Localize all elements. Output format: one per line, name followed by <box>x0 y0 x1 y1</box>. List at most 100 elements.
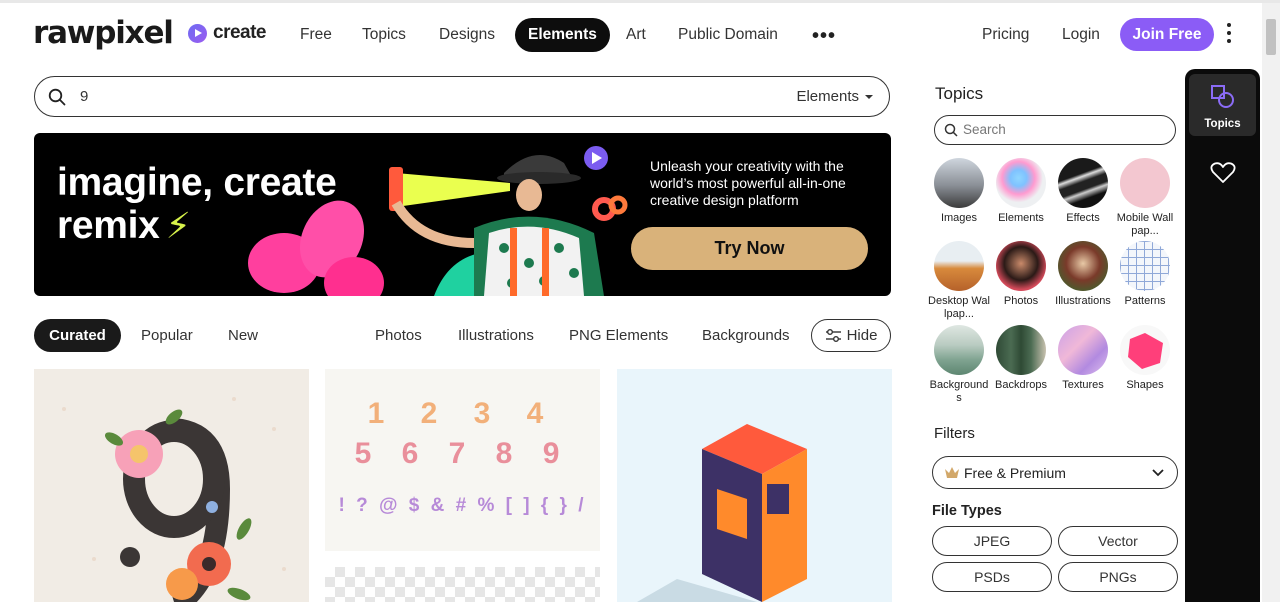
result-card-isometric-nine[interactable] <box>617 369 892 602</box>
file-types-title: File Types <box>932 503 1002 519</box>
topic-illustrations-thumb <box>1058 241 1108 291</box>
search-bar[interactable]: 9 Elements <box>34 76 890 117</box>
topic-textures-thumb <box>1058 325 1108 375</box>
search-type-dropdown[interactable]: Elements <box>796 88 873 105</box>
license-filter-select[interactable]: Free & Premium <box>932 456 1178 489</box>
floral-nine-image <box>62 397 286 602</box>
banner-headline: imagine, create remix ⚡ <box>57 161 337 247</box>
filters-title: Filters <box>934 425 975 442</box>
topic-backdrops-thumb <box>996 325 1046 375</box>
nav-login[interactable]: Login <box>1062 18 1100 52</box>
result-card-transparent[interactable] <box>325 567 600 602</box>
lightning-bolt-icon: ⚡ <box>165 205 191 246</box>
search-icon <box>48 88 66 106</box>
topic-images[interactable]: Images <box>928 158 990 225</box>
sliders-icon <box>825 329 841 342</box>
site-header: rawpixel create Free Topics Designs Elem… <box>0 3 1262 63</box>
file-type-pngs[interactable]: PNGs <box>1058 562 1178 592</box>
nav-topics[interactable]: Topics <box>362 18 406 52</box>
topic-desktop-wallpapers-thumb <box>934 241 984 291</box>
topic-elements[interactable]: Elements <box>990 158 1052 225</box>
more-menu-button[interactable]: ••• <box>812 25 836 48</box>
topic-label: Elements <box>998 212 1044 224</box>
caret-down-icon <box>865 94 873 99</box>
topic-label: Backgrounds <box>929 379 989 404</box>
heart-icon[interactable] <box>1210 161 1236 185</box>
result-card-number-set[interactable]: 1 2 3 4 5 6 7 8 9 ! ? @ $ & # % [ ] { } … <box>325 369 600 551</box>
topic-patterns[interactable]: Patterns <box>1114 241 1176 308</box>
topic-elements-thumb <box>996 158 1046 208</box>
file-type-vector[interactable]: Vector <box>1058 526 1178 556</box>
numbers-row-2: 5 6 7 8 9 <box>354 437 571 470</box>
numbers-row-1: 1 2 3 4 <box>367 397 558 430</box>
topic-effects[interactable]: Effects <box>1052 158 1114 225</box>
topic-images-thumb <box>934 158 984 208</box>
nav-designs[interactable]: Designs <box>439 18 495 52</box>
topic-label: Photos <box>1003 295 1039 307</box>
tab-curated[interactable]: Curated <box>34 319 121 352</box>
topic-photos-thumb <box>996 241 1046 291</box>
search-type-label: Elements <box>796 88 859 105</box>
topic-label: Textures <box>1062 379 1104 391</box>
topic-label: Backdrops <box>995 379 1047 391</box>
topic-label: Patterns <box>1124 295 1166 307</box>
banner-headline-line1: imagine, create <box>57 161 337 204</box>
symbols-row: ! ? @ $ & # % [ ] { } / <box>338 495 587 516</box>
topic-label: Images <box>940 212 978 224</box>
hide-label: Hide <box>846 327 878 344</box>
topic-label: Effects <box>1066 212 1100 224</box>
chevron-down-icon <box>1152 469 1164 477</box>
search-input-value[interactable]: 9 <box>80 88 88 105</box>
nav-pricing[interactable]: Pricing <box>982 18 1029 52</box>
join-free-button[interactable]: Join Free <box>1120 18 1214 51</box>
topic-mobile-wallpapers[interactable]: Mobile Wallpap... <box>1114 158 1176 238</box>
crown-icon <box>945 467 959 478</box>
topic-label: Mobile Wallpap... <box>1116 212 1174 237</box>
rail-topics-label: Topics <box>1204 118 1241 130</box>
topic-textures[interactable]: Textures <box>1052 325 1114 392</box>
topic-patterns-thumb <box>1120 241 1170 291</box>
scrollbar-thumb[interactable] <box>1266 19 1276 55</box>
result-card-floral-nine[interactable] <box>34 369 309 602</box>
topic-shapes[interactable]: Shapes <box>1114 325 1176 392</box>
play-icon <box>188 23 207 43</box>
nav-art[interactable]: Art <box>626 18 646 52</box>
topic-desktop-wallpapers[interactable]: Desktop Wallpap... <box>928 241 990 321</box>
category-backgrounds[interactable]: Backgrounds <box>702 327 790 344</box>
category-illustrations[interactable]: Illustrations <box>458 327 534 344</box>
topic-shapes-thumb <box>1120 325 1170 375</box>
file-type-jpeg[interactable]: JPEG <box>932 526 1052 556</box>
rawpixel-logo[interactable]: rawpixel <box>33 15 174 51</box>
kebab-menu-icon[interactable] <box>1225 23 1233 43</box>
file-type-psds[interactable]: PSDs <box>932 562 1052 592</box>
topic-effects-thumb <box>1058 158 1108 208</box>
category-png-elements[interactable]: PNG Elements <box>569 327 668 344</box>
page-scrollbar[interactable] <box>1262 3 1280 602</box>
topic-backgrounds[interactable]: Backgrounds <box>928 325 990 405</box>
topic-illustrations[interactable]: Illustrations <box>1052 241 1114 308</box>
isometric-nine-image <box>637 424 807 602</box>
license-filter-value: Free & Premium <box>964 465 1066 481</box>
rail-topics-button[interactable]: Topics <box>1189 74 1256 136</box>
nav-free[interactable]: Free <box>300 18 332 52</box>
topics-search-input[interactable]: Search <box>934 115 1176 145</box>
banner-headline-line2: remix <box>57 204 160 247</box>
topic-label: Desktop Wallpap... <box>928 295 990 320</box>
topic-photos[interactable]: Photos <box>990 241 1052 308</box>
nav-public-domain[interactable]: Public Domain <box>678 18 778 52</box>
tab-new[interactable]: New <box>228 327 258 344</box>
topic-label: Shapes <box>1126 379 1164 391</box>
hide-filters-button[interactable]: Hide <box>811 319 891 352</box>
create-link[interactable]: create <box>188 22 267 44</box>
try-now-button[interactable]: Try Now <box>631 227 868 270</box>
nav-elements-active[interactable]: Elements <box>515 18 610 52</box>
category-photos[interactable]: Photos <box>375 327 422 344</box>
promo-banner[interactable]: imagine, create remix ⚡ Unleash your crea… <box>34 133 891 296</box>
tab-popular[interactable]: Popular <box>141 327 193 344</box>
side-rail: Topics <box>1185 69 1260 602</box>
search-icon <box>944 123 958 137</box>
topics-title: Topics <box>935 84 984 103</box>
topics-shapes-icon <box>1211 85 1234 108</box>
banner-description: Unleash your creativity with the world’s… <box>650 158 846 208</box>
topic-backdrops[interactable]: Backdrops <box>990 325 1052 392</box>
